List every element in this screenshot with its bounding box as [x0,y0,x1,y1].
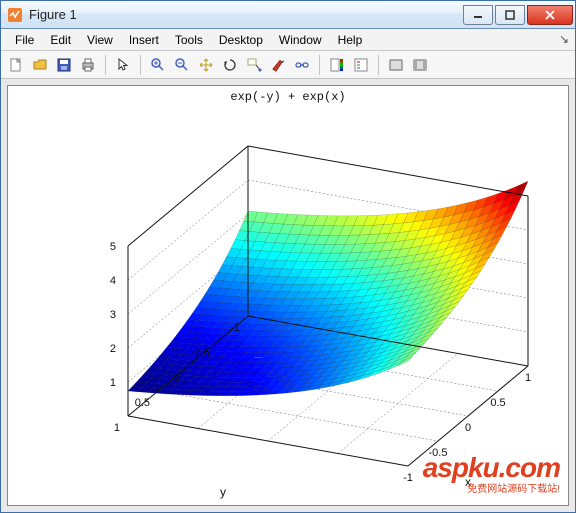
open-icon[interactable] [29,54,51,76]
save-icon[interactable] [53,54,75,76]
z-tick: 3 [110,309,116,321]
colorbar-icon[interactable] [326,54,348,76]
data-cursor-icon[interactable] [243,54,265,76]
y-tick: 0.5 [135,397,150,409]
axes-panel[interactable]: exp(-y) + exp(x) [7,85,569,506]
x-axis-label: x [465,475,471,489]
zoom-out-icon[interactable] [171,54,193,76]
menu-tools[interactable]: Tools [167,30,211,50]
toolbar-separator [140,55,141,75]
menu-insert[interactable]: Insert [121,30,167,50]
link-icon[interactable] [291,54,313,76]
x-tick: -1 [403,472,413,484]
menu-edit[interactable]: Edit [42,30,79,50]
x-tick: 1 [525,372,531,384]
legend-icon[interactable] [350,54,372,76]
toolbar-separator [378,55,379,75]
menu-view[interactable]: View [79,30,121,50]
show-tools-icon[interactable] [409,54,431,76]
title-bar[interactable]: Figure 1 [1,1,575,29]
z-tick: 4 [110,275,116,287]
x-tick: -0.5 [429,447,448,459]
window-buttons [461,5,573,25]
app-icon [7,7,23,23]
print-icon[interactable] [77,54,99,76]
menu-help[interactable]: Help [330,30,371,50]
new-icon[interactable] [5,54,27,76]
rotate-icon[interactable] [219,54,241,76]
pan-icon[interactable] [195,54,217,76]
toolbar [1,51,575,79]
y-tick: 1 [114,422,120,434]
toolbar-separator [319,55,320,75]
z-tick: 2 [110,343,116,355]
zoom-in-icon[interactable] [147,54,169,76]
hide-tools-icon[interactable] [385,54,407,76]
z-tick: 5 [110,241,116,253]
close-button[interactable] [527,5,573,25]
pointer-icon[interactable] [112,54,134,76]
menu-bar: File Edit View Insert Tools Desktop Wind… [1,29,575,51]
menu-desktop[interactable]: Desktop [211,30,271,50]
y-tick: -0.5 [191,347,210,359]
z-tick: 1 [110,377,116,389]
toolbar-separator [105,55,106,75]
dock-handle-icon[interactable]: ↘ [559,32,569,46]
menu-window[interactable]: Window [271,30,330,50]
figure-canvas-area: exp(-y) + exp(x) [1,79,575,512]
figure-window: Figure 1 File Edit View Insert Tools Des… [0,0,576,513]
x-tick: 0.5 [490,397,505,409]
maximize-button[interactable] [495,5,525,25]
surface-plot: 1 2 3 4 5 1 0.5 0 -0.5 -1 -1 -0.5 0 0.5 … [8,86,568,506]
brush-icon[interactable] [267,54,289,76]
menu-file[interactable]: File [7,30,42,50]
x-tick: 0 [465,422,471,434]
y-axis-label: y [220,485,226,499]
y-tick: -1 [230,322,240,334]
minimize-button[interactable] [463,5,493,25]
y-tick: 0 [174,372,180,384]
window-title: Figure 1 [29,7,461,22]
